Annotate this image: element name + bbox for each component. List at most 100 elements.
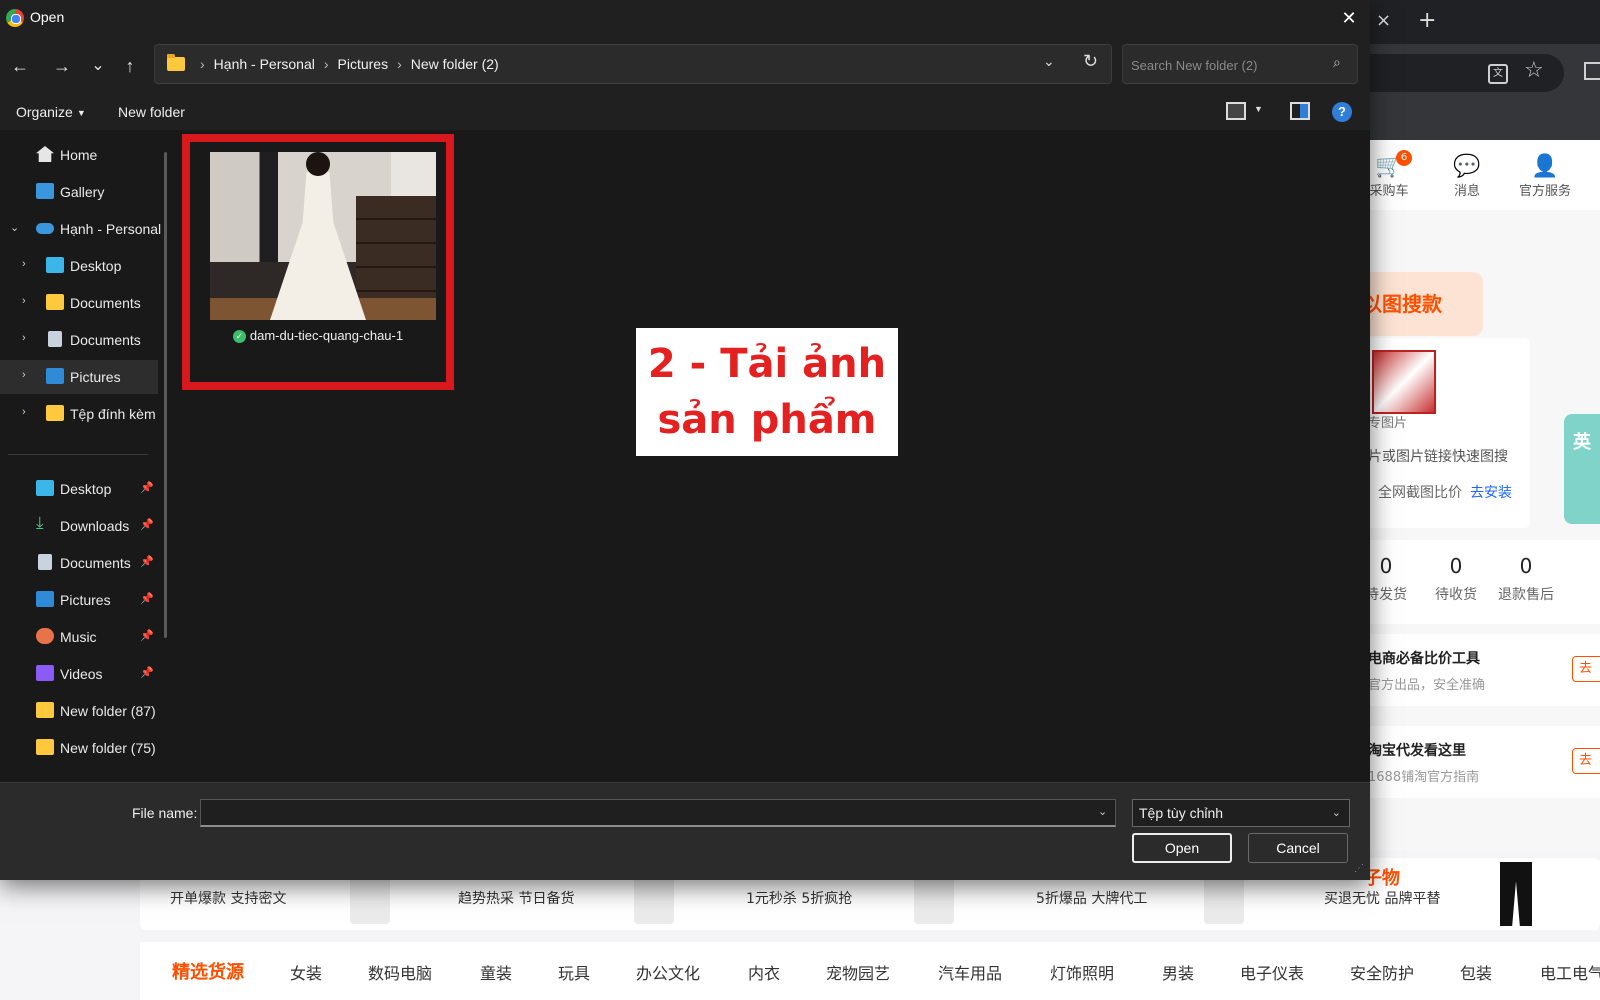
quick-access-desktop[interactable]: Desktop 📌 bbox=[0, 472, 158, 506]
search-input[interactable] bbox=[1131, 55, 1321, 75]
breadcrumb-item[interactable]: New folder (2) bbox=[411, 56, 499, 72]
file-name-field[interactable] bbox=[200, 799, 1116, 827]
category-item[interactable]: 电工电气 bbox=[1540, 960, 1600, 984]
file-type-value: Tệp tùy chỉnh bbox=[1139, 805, 1224, 821]
order-stat[interactable]: 0 退款售后 bbox=[1488, 554, 1564, 604]
search-box[interactable]: ⌕ bbox=[1122, 44, 1358, 84]
category-item[interactable]: 安全防护 bbox=[1350, 960, 1414, 984]
deal-item[interactable]: 买退无忧 品牌平替 bbox=[1324, 888, 1440, 908]
chevron-right-icon[interactable]: › bbox=[22, 332, 34, 344]
category-item[interactable]: 汽车用品 bbox=[938, 960, 1002, 984]
bookmark-star-icon[interactable]: ☆ bbox=[1524, 58, 1544, 83]
promo-card[interactable]: 电商必备比价工具 官方出品，安全准确 去 bbox=[1340, 634, 1600, 706]
file-name-text: dam-du-tiec-quang-chau-1 bbox=[249, 328, 404, 343]
quick-access-documents[interactable]: Documents 📌 bbox=[0, 546, 158, 580]
category-item[interactable]: 童装 bbox=[480, 960, 512, 984]
chevron-right-icon[interactable]: › bbox=[22, 406, 34, 418]
nav-pane-scrollbar[interactable] bbox=[164, 152, 167, 638]
quick-access-videos[interactable]: Videos 📌 bbox=[0, 657, 158, 691]
quick-access-downloads[interactable]: ⤓ Downloads 📌 bbox=[0, 509, 158, 543]
promo-go-button[interactable]: 去 bbox=[1572, 748, 1600, 774]
close-icon: ✕ bbox=[1341, 8, 1357, 28]
extensions-icon[interactable] bbox=[1584, 62, 1600, 80]
quick-access-folder[interactable]: New folder (75) bbox=[0, 731, 158, 765]
messages-button[interactable]: 💬 消息 bbox=[1432, 154, 1502, 199]
sync-check-icon: ✓ bbox=[232, 330, 246, 344]
category-item[interactable]: 女装 bbox=[290, 960, 322, 984]
new-tab-icon[interactable]: + bbox=[1418, 8, 1436, 33]
nav-item-desktop[interactable]: › Desktop bbox=[0, 249, 158, 283]
service-icon: 👤 bbox=[1531, 154, 1559, 179]
breadcrumb-item[interactable]: Pictures bbox=[338, 56, 389, 72]
chevron-right-icon[interactable]: › bbox=[22, 295, 34, 307]
nav-item-attachments[interactable]: › Tệp đính kèm bbox=[0, 397, 158, 431]
category-item[interactable]: 数码电脑 bbox=[368, 960, 432, 984]
promo-go-button[interactable]: 去 bbox=[1572, 656, 1600, 682]
order-stat[interactable]: 0 待收货 bbox=[1418, 554, 1494, 604]
chevron-down-icon[interactable]: ⌄ bbox=[10, 221, 22, 234]
desktop-icon bbox=[36, 480, 54, 496]
deal-product-image bbox=[1500, 862, 1532, 926]
help-icon[interactable]: ? bbox=[1332, 102, 1352, 122]
category-item[interactable]: 玩具 bbox=[558, 960, 590, 984]
file-type-select[interactable]: Tệp tùy chỉnh ⌄ bbox=[1132, 799, 1350, 827]
nav-item-pictures[interactable]: › Pictures bbox=[0, 360, 158, 394]
quick-access-folder[interactable]: New folder (87) bbox=[0, 694, 158, 728]
file-name-label: File name: bbox=[132, 805, 198, 821]
promo-card[interactable]: 淘宝代发看这里 1688铺淘官方指南 去 bbox=[1340, 726, 1600, 798]
category-item[interactable]: 灯饰照明 bbox=[1050, 960, 1114, 984]
breadcrumb-item[interactable]: Hạnh - Personal bbox=[214, 56, 315, 72]
preview-pane-icon[interactable] bbox=[1290, 102, 1310, 120]
file-name-dropdown-icon[interactable]: ⌄ bbox=[1098, 805, 1107, 818]
translate-icon[interactable]: 文 bbox=[1488, 64, 1508, 84]
chevron-right-icon[interactable]: › bbox=[22, 258, 34, 270]
nav-item-documents-folder[interactable]: › Documents bbox=[0, 286, 158, 320]
category-item[interactable]: 宠物园艺 bbox=[826, 960, 890, 984]
dialog-title: Open bbox=[30, 9, 65, 25]
open-button[interactable]: Open bbox=[1132, 833, 1232, 863]
forward-button[interactable]: → bbox=[48, 52, 76, 80]
service-button[interactable]: 👤 官方服务 bbox=[1510, 154, 1580, 199]
deal-item[interactable]: 1元秒杀 5折疯抢 bbox=[746, 888, 852, 908]
category-item[interactable]: 精选货源 bbox=[172, 958, 244, 984]
nav-item-gallery[interactable]: Gallery bbox=[0, 175, 158, 209]
nav-item-home[interactable]: Home bbox=[0, 138, 158, 172]
quick-access-music[interactable]: Music 📌 bbox=[0, 620, 158, 654]
music-icon bbox=[36, 628, 54, 644]
nav-item-onedrive[interactable]: ⌄ Hạnh - Personal bbox=[0, 212, 161, 246]
language-badge[interactable]: 英 bbox=[1564, 414, 1600, 524]
view-options-caret-icon[interactable]: ▼ bbox=[1254, 104, 1263, 114]
change-view-icon[interactable] bbox=[1226, 102, 1246, 120]
close-button[interactable]: ✕ bbox=[1334, 4, 1364, 32]
new-folder-button[interactable]: New folder bbox=[118, 104, 185, 120]
address-dropdown-icon[interactable]: ⌄ bbox=[1043, 53, 1055, 70]
deal-item[interactable]: 5折爆品 大牌代工 bbox=[1036, 888, 1147, 908]
address-bar[interactable]: › Hạnh - Personal › Pictures › New folder (2)… bbox=[154, 44, 1112, 84]
category-item[interactable]: 电子仪表 bbox=[1240, 960, 1304, 984]
file-item[interactable]: ✓ dam-du-tiec-quang-chau-1 bbox=[182, 134, 454, 390]
quick-access-pictures[interactable]: Pictures 📌 bbox=[0, 583, 158, 617]
annotation-line: 2 - Tải ảnh bbox=[647, 341, 887, 387]
chevron-right-icon[interactable]: › bbox=[22, 369, 34, 381]
deal-item[interactable]: 趋势热采 节日备货 bbox=[458, 888, 574, 908]
pin-icon: 📌 bbox=[140, 593, 154, 605]
onedrive-cloud-icon bbox=[36, 223, 54, 234]
resize-grip-icon[interactable]: ⋰ bbox=[1354, 863, 1364, 874]
category-item[interactable]: 男装 bbox=[1162, 960, 1194, 984]
category-item[interactable]: 内衣 bbox=[748, 960, 780, 984]
order-status-card: 0 待发货 0 待收货 0 退款售后 bbox=[1340, 540, 1600, 624]
promo-title: 电商必备比价工具 bbox=[1368, 651, 1480, 667]
tab-close-icon[interactable]: × bbox=[1376, 10, 1391, 31]
category-item[interactable]: 办公文化 bbox=[636, 960, 700, 984]
recent-locations-button[interactable]: ⌄ bbox=[84, 52, 112, 80]
category-item[interactable]: 包装 bbox=[1460, 960, 1492, 984]
nav-item-label: Desktop bbox=[70, 258, 122, 274]
organize-button[interactable]: Organize ▼ bbox=[16, 104, 86, 120]
cancel-button[interactable]: Cancel bbox=[1248, 833, 1348, 863]
back-button[interactable]: ← bbox=[6, 52, 34, 80]
nav-item-documents[interactable]: › Documents bbox=[0, 323, 158, 357]
up-button[interactable]: ↑ bbox=[116, 52, 144, 80]
install-link[interactable]: 去安装 bbox=[1470, 485, 1512, 501]
deal-item[interactable]: 开单爆款 支持密文 bbox=[170, 888, 286, 908]
refresh-icon[interactable]: ↻ bbox=[1083, 51, 1098, 72]
